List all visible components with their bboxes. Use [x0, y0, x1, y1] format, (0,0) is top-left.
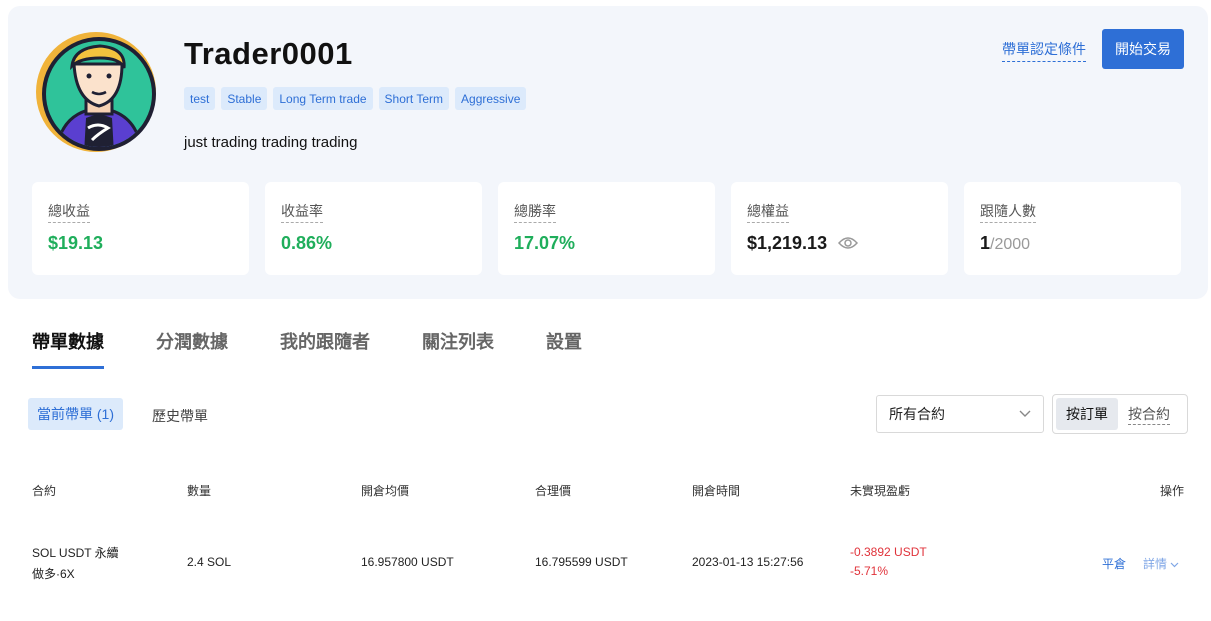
row-direction: 做多·6X [32, 567, 75, 581]
tag: test [184, 87, 216, 110]
stat-value-wrap: $1,219.13 [747, 233, 859, 254]
tab-watchlist[interactable]: 關注列表 [422, 328, 494, 370]
toggle-by-contract[interactable]: 按合約 [1118, 398, 1180, 430]
col-header-contract: 合約 [32, 484, 57, 498]
stat-label[interactable]: 總權益 [747, 201, 789, 223]
chevron-down-icon [1019, 410, 1031, 417]
stat-label[interactable]: 總收益 [48, 201, 90, 223]
stats-row: 總收益 $19.13 收益率 0.86% 總勝率 17.07% 總權益 $1,2… [32, 182, 1181, 275]
row-qty: 2.4 SOL [187, 555, 232, 569]
row-contract: SOL USDT 永續 [32, 546, 119, 560]
profile-card: Trader0001 test Stable Long Term trade S… [8, 6, 1208, 299]
followers-max: /2000 [990, 236, 1031, 253]
toggle-by-order[interactable]: 按訂單 [1056, 398, 1118, 430]
row-fair-price: 16.795599 USDT [535, 555, 628, 569]
col-header-open-time: 開倉時間 [692, 484, 741, 498]
tag-list: test Stable Long Term trade Short Term A… [184, 87, 527, 110]
eye-icon[interactable] [838, 236, 859, 250]
details-label: 詳情 [1143, 557, 1168, 571]
tag: Long Term trade [273, 87, 373, 110]
certification-criteria-link[interactable]: 帶單認定條件 [1002, 39, 1086, 62]
toggle-by-contract-label: 按合約 [1128, 404, 1170, 425]
start-trading-button[interactable]: 開始交易 [1102, 29, 1184, 69]
tab-settings[interactable]: 設置 [546, 328, 582, 370]
col-header-open-price: 開倉均價 [361, 484, 410, 498]
row-open-time: 2023-01-13 15:27:56 [692, 555, 804, 569]
tab-my-followers[interactable]: 我的跟隨者 [280, 328, 370, 370]
main-tabs: 帶單數據 分潤數據 我的跟隨者 關注列表 設置 [32, 328, 634, 370]
subtab-current-orders[interactable]: 當前帶單 (1) [28, 398, 123, 430]
tag: Aggressive [455, 87, 527, 110]
tab-copy-trading-data[interactable]: 帶單數據 [32, 328, 104, 370]
tab-profit-share-data[interactable]: 分潤數據 [156, 328, 228, 370]
stat-return-rate: 收益率 0.86% [265, 182, 482, 275]
row-pnl: -0.3892 USDT [850, 545, 927, 559]
col-header-actions: 操作 [1160, 484, 1185, 498]
stat-value: 0.86% [281, 233, 333, 253]
followers-current: 1 [980, 233, 991, 253]
trader-name: Trader0001 [184, 36, 353, 71]
stat-total-equity: 總權益 $1,219.13 [731, 182, 948, 275]
stat-label[interactable]: 收益率 [281, 201, 323, 223]
stat-value: 17.07% [514, 233, 576, 253]
stat-value-wrap: 1/2000 [980, 233, 1030, 254]
stat-value: $1,219.13 [747, 233, 828, 253]
stat-value: $19.13 [48, 233, 104, 253]
contract-select[interactable]: 所有合約 [876, 395, 1044, 433]
trader-avatar [36, 32, 156, 152]
tag: Stable [221, 87, 268, 110]
view-toggle: 按訂單 按合約 [1052, 394, 1188, 434]
chevron-down-icon [1170, 562, 1179, 568]
subtab-history-orders[interactable]: 歷史帶單 [152, 406, 208, 426]
tag: Short Term [378, 87, 450, 110]
stat-label[interactable]: 跟隨人數 [980, 201, 1036, 223]
contract-select-value: 所有合約 [889, 406, 945, 422]
stat-total-profit: 總收益 $19.13 [32, 182, 249, 275]
stat-followers: 跟隨人數 1/2000 [964, 182, 1181, 275]
col-header-qty: 數量 [187, 484, 212, 498]
row-pnl-pct: -5.71% [850, 564, 889, 578]
stat-label[interactable]: 總勝率 [514, 201, 556, 223]
close-position-button[interactable]: 平倉 [1102, 555, 1126, 572]
details-button[interactable]: 詳情 [1143, 555, 1179, 572]
col-header-unrealized-pnl: 未實現盈虧 [850, 484, 911, 498]
trader-bio: just trading trading trading [184, 134, 358, 151]
col-header-fair-price: 合理價 [535, 484, 572, 498]
stat-win-rate: 總勝率 17.07% [498, 182, 715, 275]
row-open-price: 16.957800 USDT [361, 555, 454, 569]
